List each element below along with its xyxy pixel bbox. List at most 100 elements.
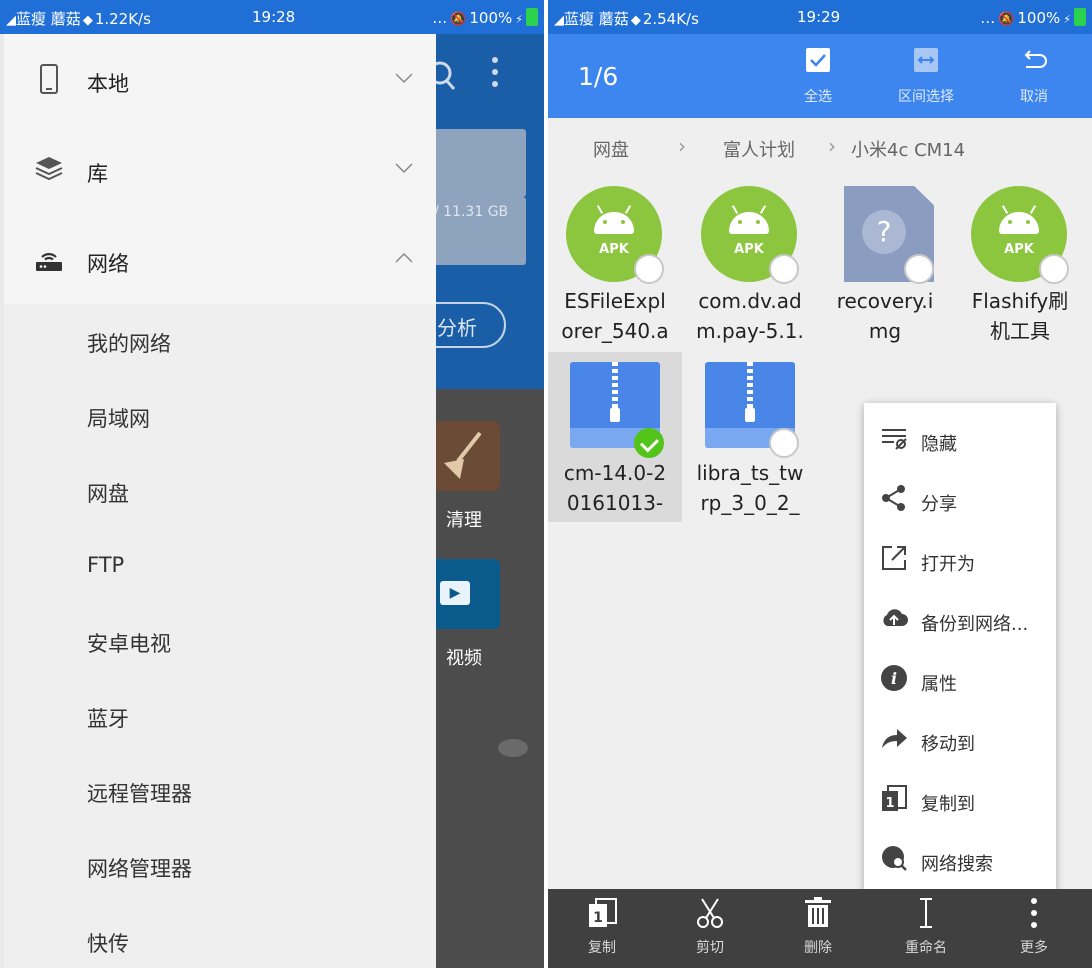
battery-icon (1074, 8, 1086, 26)
delete-button[interactable]: 删除 (764, 889, 872, 968)
menu-item-web-search[interactable]: 网络搜索 (864, 828, 1056, 888)
file-tile[interactable]: ? recovery.i mg (818, 186, 952, 356)
net-speed: 2.54K/s (642, 10, 699, 28)
section-label: 网络 (87, 252, 129, 276)
chevron-down-icon (394, 160, 414, 174)
drawer-section-local[interactable]: 本地 (4, 34, 436, 124)
select-checkbox-checked[interactable] (634, 428, 664, 458)
file-name: ESFileExpl orer_540.a (561, 289, 669, 343)
toolbar-label: 重命名 (905, 940, 947, 956)
breadcrumb-item[interactable]: 富人计划 (723, 136, 795, 162)
menu-item-open-as[interactable]: 打开为 (864, 528, 1056, 588)
menu-item-properties[interactable]: i 属性 (864, 648, 1056, 708)
cancel-label: 取消 (1020, 89, 1048, 105)
file-name: com.dv.ad m.pay-5.1. (696, 289, 804, 343)
move-icon (880, 724, 908, 752)
menu-item-share[interactable]: 分享 (864, 468, 1056, 528)
file-tile[interactable]: APK com.dv.ad m.pay-5.1. (683, 186, 817, 356)
select-checkbox[interactable] (634, 254, 664, 284)
cancel-button[interactable]: 取消 (979, 48, 1089, 112)
drawer-item-network-manager[interactable]: 网络管理器 (4, 827, 436, 902)
return-icon (1020, 48, 1048, 72)
svg-text:1: 1 (885, 796, 894, 811)
breadcrumb: 网盘 › 富人计划 › 小米4c CM14 (548, 118, 1092, 174)
net-speed: 1.22K/s (94, 10, 151, 28)
menu-item-hide[interactable]: 隐藏 (864, 408, 1056, 468)
video-label: 视频 (446, 648, 482, 669)
background-header: / 11.31 GB 分析 (390, 34, 544, 389)
copy-to-icon: 1 (880, 784, 908, 812)
more-notifications-icon: … (980, 9, 996, 27)
carrier-label: 蓝瘦 (16, 10, 47, 28)
section-label: 库 (87, 162, 108, 186)
select-all-button[interactable]: 全选 (763, 48, 873, 112)
share-icon (880, 484, 908, 512)
drawer-item-quick-send[interactable]: 快传 (4, 902, 436, 968)
select-checkbox[interactable] (1039, 254, 1069, 284)
menu-item-label: 备份到网络... (921, 614, 1029, 635)
status-left: ◢蓝瘦 蘑菇 ◆ 1.22K/s (6, 8, 151, 29)
file-tile[interactable]: libra_ts_tw rp_3_0_2_ (683, 352, 817, 522)
menu-item-backup-network[interactable]: 备份到网络... (864, 588, 1056, 648)
drawer-item-bluetooth[interactable]: 蓝牙 (4, 677, 436, 752)
select-checkbox[interactable] (769, 428, 799, 458)
select-checkbox[interactable] (904, 254, 934, 284)
drawer-item-my-network[interactable]: 我的网络 (4, 302, 436, 377)
menu-item-label: 网络搜索 (921, 854, 993, 875)
range-select-label: 区间选择 (898, 89, 954, 105)
drawer-item-label: 网络管理器 (87, 857, 192, 881)
drawer-item-label: 局域网 (87, 407, 150, 431)
drawer-item-label: 我的网络 (87, 332, 171, 356)
charging-icon: ⚡ (1063, 13, 1071, 26)
drawer-item-remote-manager[interactable]: 远程管理器 (4, 752, 436, 827)
svg-text:1: 1 (593, 910, 603, 926)
file-name: libra_ts_tw rp_3_0_2_ (696, 461, 804, 515)
eye-icon (498, 739, 528, 757)
range-select-icon (912, 48, 940, 72)
copy-icon: 1 (586, 897, 618, 929)
menu-item-move-to[interactable]: 移动到 (864, 708, 1056, 768)
router-icon (34, 244, 64, 274)
drawer-item-ftp[interactable]: FTP (4, 527, 436, 602)
drawer-item-android-tv[interactable]: 安卓电视 (4, 602, 436, 677)
status-right: … 🔕 100% ⚡ (980, 8, 1086, 27)
breadcrumb-item[interactable]: 网盘 (593, 136, 629, 162)
wifi-icon: ◆ (82, 13, 93, 28)
drawer-section-library[interactable]: 库 (4, 124, 436, 214)
drawer-item-label: 远程管理器 (87, 782, 192, 806)
network-name: 蘑菇 (50, 10, 81, 28)
copy-button[interactable]: 1 复制 (548, 889, 656, 968)
clean-label: 清理 (446, 510, 482, 531)
rename-button[interactable]: 重命名 (872, 889, 980, 968)
breadcrumb-item[interactable]: 小米4c CM14 (851, 136, 965, 162)
range-select-button[interactable]: 区间选择 (871, 48, 981, 112)
network-name: 蘑菇 (598, 10, 629, 28)
play-icon: ▶ (440, 581, 470, 605)
signal-icon: ◢ (6, 13, 16, 28)
select-all-label: 全选 (804, 89, 832, 105)
left-screen: ◢蓝瘦 蘑菇 ◆ 1.22K/s 19:28 … 🔕 100% ⚡ / 11.31 GB … (0, 0, 544, 968)
file-tile-selected[interactable]: cm-14.0-2 0161013- (548, 352, 682, 522)
drawer-section-network[interactable]: 网络 (4, 214, 436, 304)
more-button[interactable]: 更多 (980, 889, 1088, 968)
drawer-item-lan[interactable]: 局域网 (4, 377, 436, 452)
battery-percent: 100% (1017, 9, 1061, 27)
phone-icon (34, 64, 64, 94)
drawer-item-cloud-drive[interactable]: 网盘 (4, 452, 436, 527)
toolbar-label: 复制 (588, 940, 616, 956)
status-right: … 🔕 100% ⚡ (432, 8, 538, 27)
bottom-toolbar: 1 复制 剪切 删除 重命名 更多 (548, 889, 1092, 968)
scissors-icon (694, 897, 726, 929)
charging-icon: ⚡ (515, 13, 523, 26)
file-name: cm-14.0-2 0161013- (563, 461, 667, 515)
file-tile[interactable]: APK Flashify刷 机工具 (953, 186, 1087, 356)
menu-item-copy-to[interactable]: 1 复制到 (864, 768, 1056, 828)
drawer-item-label: 网盘 (87, 482, 129, 506)
cut-button[interactable]: 剪切 (656, 889, 764, 968)
file-name: Flashify刷 机工具 (971, 289, 1069, 343)
select-checkbox[interactable] (769, 254, 799, 284)
battery-icon (526, 8, 538, 26)
layers-icon (34, 154, 64, 184)
file-tile[interactable]: APK ESFileExpl orer_540.a (548, 186, 682, 356)
right-screen: ◢蓝瘦 蘑菇 ◆ 2.54K/s 19:29 … 🔕 100% ⚡ 1/6 全选 区间选择… (548, 0, 1092, 968)
